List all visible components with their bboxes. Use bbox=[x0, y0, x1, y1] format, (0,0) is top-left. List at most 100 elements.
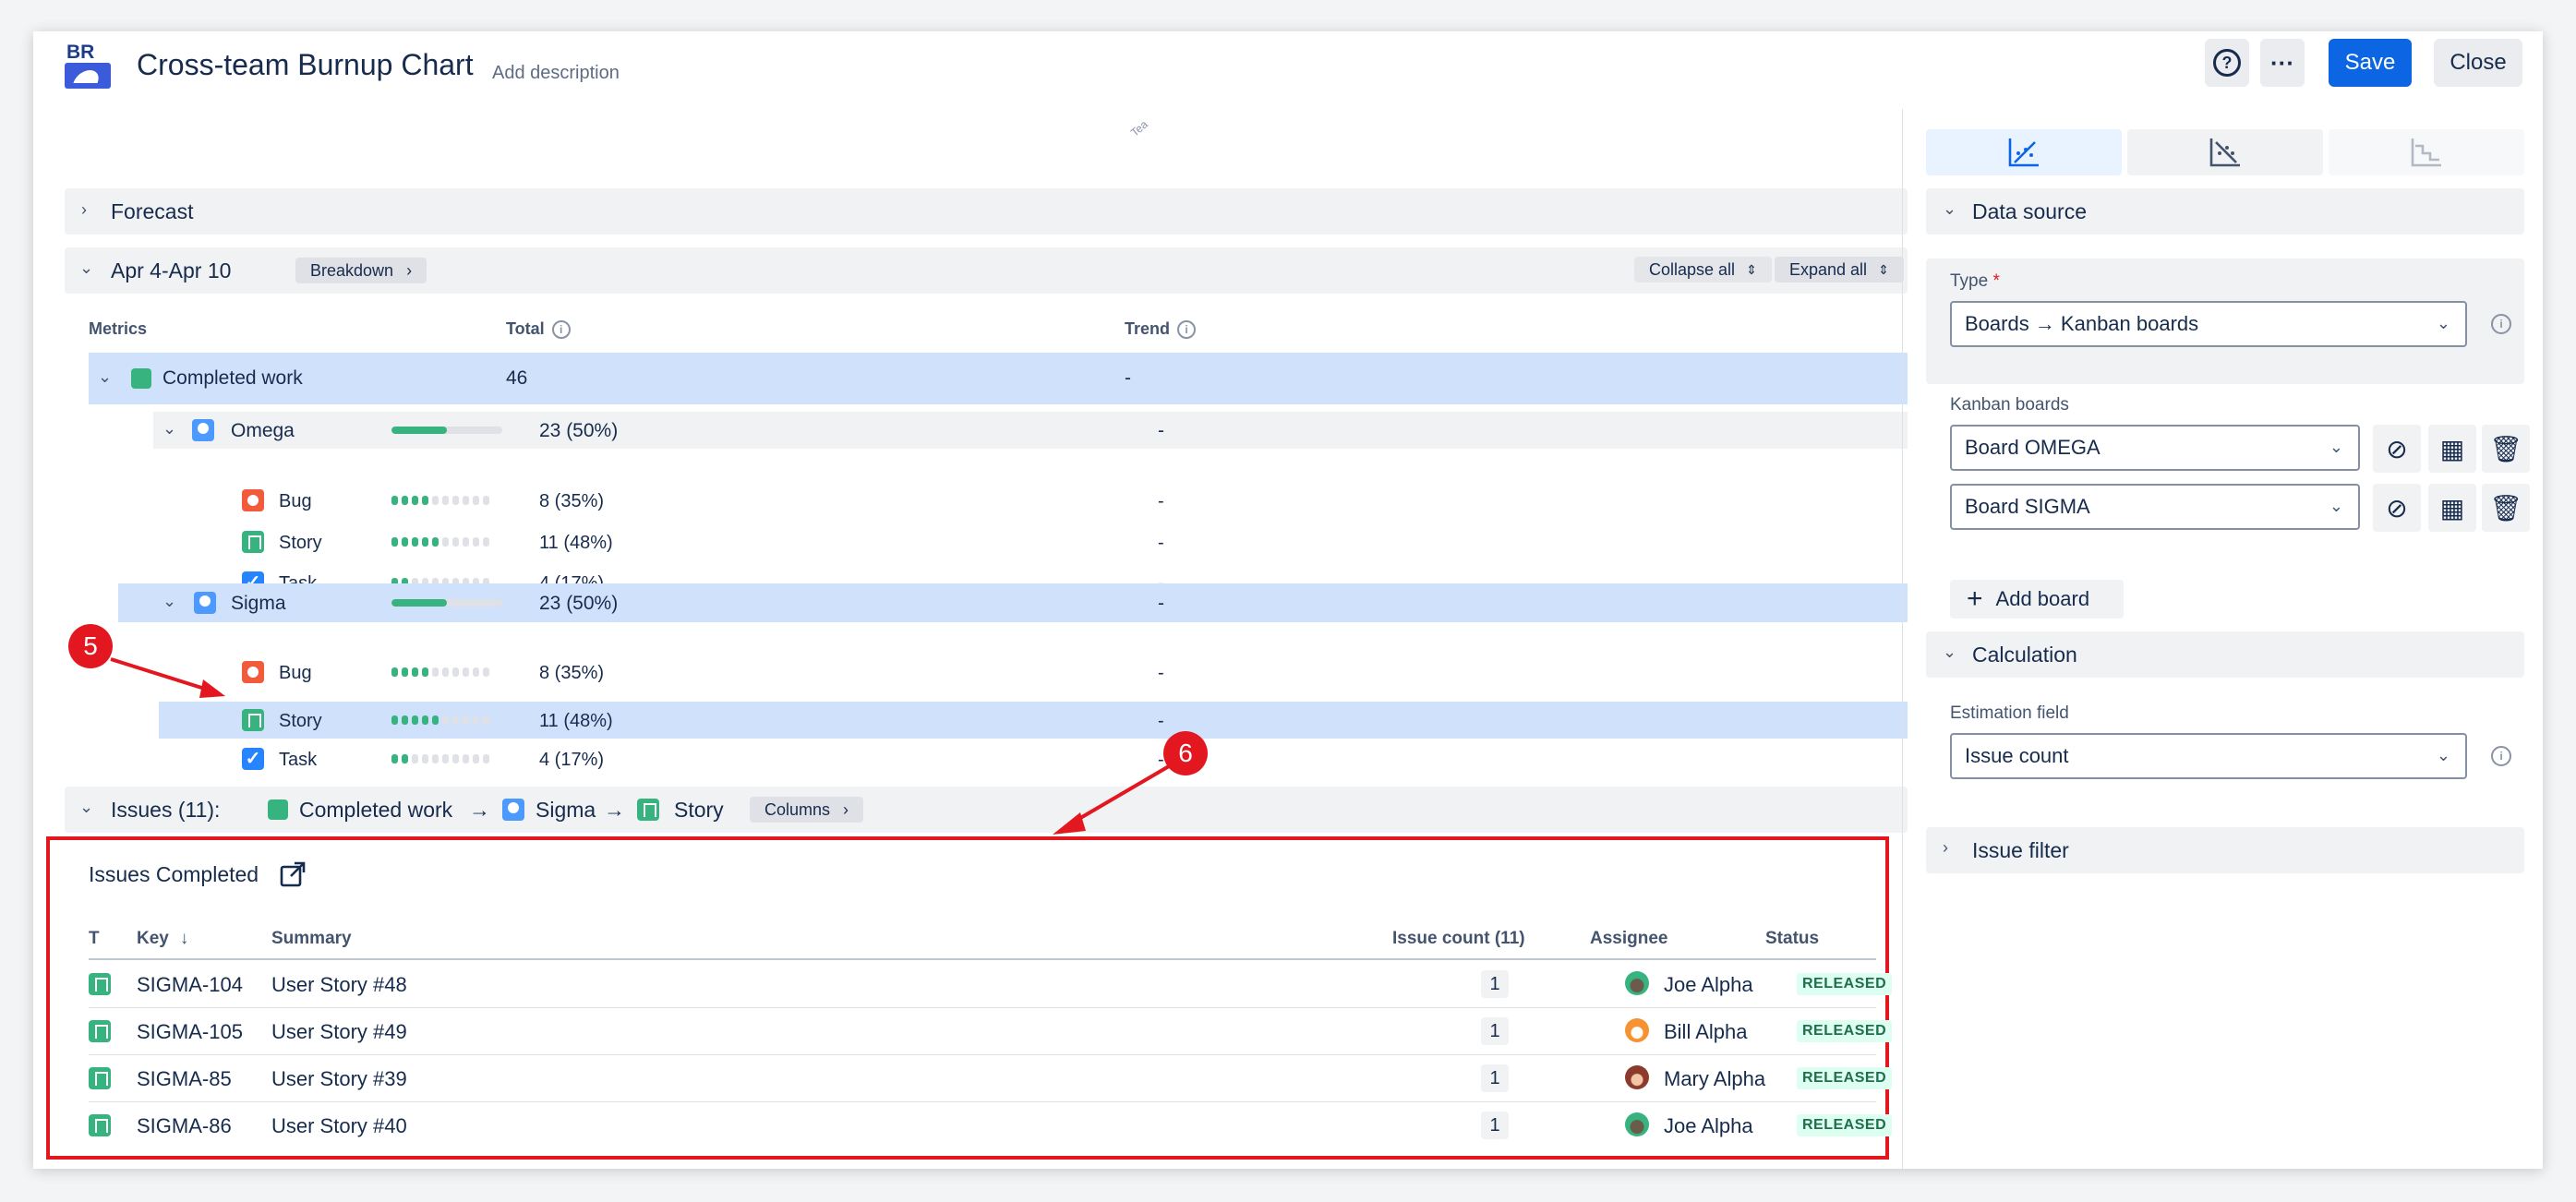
chevron-down-icon[interactable]: ⌄ bbox=[79, 798, 93, 817]
story-icon bbox=[242, 709, 264, 731]
issue-key[interactable]: SIGMA-105 bbox=[137, 1020, 243, 1044]
column-header-key[interactable]: Key ↓ bbox=[137, 929, 188, 949]
omega-trend: - bbox=[1158, 420, 1164, 441]
metric-row-completed[interactable]: ⌄ Completed work 46 - bbox=[89, 353, 1908, 404]
issue-assignee: Joe Alpha bbox=[1664, 1114, 1753, 1137]
save-button[interactable]: Save bbox=[2329, 39, 2412, 87]
issue-count: 1 bbox=[1481, 1064, 1509, 1092]
estimation-field-select[interactable]: Issue count ⌄ bbox=[1950, 733, 2467, 779]
story-icon bbox=[89, 973, 111, 995]
calculation-section[interactable]: ⌄ Calculation bbox=[1926, 631, 2524, 678]
chevron-down-icon: ⌄ bbox=[2329, 497, 2343, 515]
columns-label: Columns bbox=[764, 799, 831, 819]
chevron-down-icon[interactable]: ⌄ bbox=[163, 419, 176, 439]
board-delete-button[interactable]: 🗑 bbox=[2482, 425, 2530, 473]
issue-key[interactable]: SIGMA-86 bbox=[137, 1114, 232, 1138]
more-icon: ··· bbox=[2270, 49, 2294, 77]
chevron-down-icon[interactable]: ⌄ bbox=[79, 258, 93, 278]
progress-dot bbox=[422, 715, 428, 725]
more-button[interactable]: ··· bbox=[2260, 39, 2305, 87]
breakdown-button[interactable]: Breakdown › bbox=[295, 258, 427, 283]
avatar bbox=[1625, 971, 1649, 995]
total-header-label: Total bbox=[506, 319, 545, 338]
chevron-down-icon[interactable]: ⌄ bbox=[98, 367, 112, 387]
total-header: Total i bbox=[506, 319, 571, 340]
add-board-button[interactable]: + Add board bbox=[1950, 580, 2124, 619]
calculator-icon: ▦ bbox=[2439, 493, 2465, 523]
metric-row-sigma-story[interactable]: Story 11 (48%) - bbox=[159, 702, 1908, 739]
board-filter-button[interactable]: ⊘ bbox=[2373, 484, 2421, 532]
info-icon[interactable]: i bbox=[2491, 314, 2511, 334]
metric-row-omega-story[interactable]: Story 11 (48%) - bbox=[209, 531, 1908, 564]
type-label: Story bbox=[279, 533, 322, 553]
board-calculator-button[interactable]: ▦ bbox=[2428, 425, 2476, 473]
step-chart-icon bbox=[2411, 138, 2441, 167]
issue-key[interactable]: SIGMA-85 bbox=[137, 1067, 232, 1091]
board-calculator-button[interactable]: ▦ bbox=[2428, 484, 2476, 532]
tab-chart-type-burndown[interactable] bbox=[2127, 129, 2323, 175]
period-section: ⌄ Apr 4-Apr 10 Breakdown › Collapse all ⇕ … bbox=[65, 247, 1908, 294]
table-row[interactable]: SIGMA-85 User Story #39 1 Mary Alpha REL… bbox=[89, 1055, 1893, 1101]
omega-label: Omega bbox=[231, 420, 295, 441]
trash-icon: 🗑 bbox=[2489, 434, 2522, 463]
columns-button[interactable]: Columns › bbox=[750, 797, 864, 823]
type-trend: - bbox=[1158, 663, 1164, 683]
tab-chart-type-scatter[interactable] bbox=[1926, 129, 2122, 175]
issue-summary: User Story #49 bbox=[271, 1020, 407, 1043]
sigma-label: Sigma bbox=[231, 593, 286, 614]
metric-row-sigma[interactable]: ⌄ Sigma 23 (50%) - bbox=[118, 583, 1908, 622]
story-icon bbox=[637, 799, 659, 821]
status-badge: RELEASED bbox=[1797, 1020, 1893, 1042]
arrow-icon: → bbox=[604, 798, 625, 822]
table-row[interactable]: SIGMA-86 User Story #40 1 Joe Alpha RELE… bbox=[89, 1102, 1893, 1148]
add-description-link[interactable]: Add description bbox=[492, 63, 620, 84]
sort-arrow-icon: ↓ bbox=[179, 929, 189, 948]
info-icon[interactable]: i bbox=[551, 320, 571, 340]
progress-dot bbox=[442, 496, 449, 505]
board-filter-button[interactable]: ⊘ bbox=[2373, 425, 2421, 473]
progress-dot bbox=[402, 754, 408, 763]
type-trend: - bbox=[1158, 711, 1164, 731]
progress-dot bbox=[463, 496, 469, 505]
board-select-omega[interactable]: Board OMEGA ⌄ bbox=[1950, 425, 2360, 471]
mini-progress bbox=[391, 667, 489, 677]
forecast-section[interactable]: › Forecast bbox=[65, 188, 1908, 234]
metric-row-omega[interactable]: ⌄ Omega 23 (50%) - bbox=[153, 412, 1908, 449]
open-external-icon[interactable] bbox=[279, 860, 307, 888]
board-delete-button[interactable]: 🗑 bbox=[2482, 484, 2530, 532]
type-total: 4 (17%) bbox=[539, 750, 605, 770]
table-row[interactable]: SIGMA-105 User Story #49 1 Bill Alpha RE… bbox=[89, 1008, 1893, 1054]
data-source-section[interactable]: ⌄ Data source bbox=[1926, 188, 2524, 234]
progress-dot bbox=[473, 754, 479, 763]
team-icon bbox=[192, 419, 214, 441]
search-check-icon: ⊘ bbox=[2386, 434, 2408, 463]
panel-divider bbox=[1902, 109, 1903, 1169]
progress-dot bbox=[391, 537, 398, 547]
type-label: Story bbox=[279, 711, 322, 731]
tab-chart-type-step[interactable] bbox=[2329, 129, 2524, 175]
app-logo: BR bbox=[63, 42, 113, 89]
burnup-chart-icon bbox=[2008, 138, 2039, 167]
bug-icon bbox=[242, 489, 264, 511]
type-select[interactable]: Boards → Kanban boards ⌄ bbox=[1950, 301, 2467, 347]
chevron-down-icon[interactable]: ⌄ bbox=[163, 592, 176, 611]
issue-filter-section[interactable]: › Issue filter bbox=[1926, 827, 2524, 873]
progress-dot bbox=[483, 715, 489, 725]
story-icon bbox=[89, 1114, 111, 1136]
table-row[interactable]: SIGMA-104 User Story #48 1 Joe Alpha REL… bbox=[89, 960, 1893, 1007]
progress-dot bbox=[473, 667, 479, 677]
info-icon[interactable]: i bbox=[1177, 320, 1197, 340]
progress-dot bbox=[452, 754, 459, 763]
collapse-all-button[interactable]: Collapse all ⇕ bbox=[1634, 257, 1772, 282]
close-button[interactable]: Close bbox=[2434, 39, 2522, 87]
status-badge: RELEASED bbox=[1797, 1067, 1893, 1089]
info-icon[interactable]: i bbox=[2491, 746, 2511, 766]
story-icon bbox=[89, 1067, 111, 1089]
board-select-sigma[interactable]: Board SIGMA ⌄ bbox=[1950, 484, 2360, 530]
metric-row-omega-bug[interactable]: Bug 8 (35%) - bbox=[209, 489, 1908, 523]
help-button[interactable]: ? bbox=[2205, 39, 2249, 87]
issue-key[interactable]: SIGMA-104 bbox=[137, 973, 243, 997]
metric-row-sigma-bug[interactable]: Bug 8 (35%) - bbox=[209, 661, 1908, 694]
expand-all-button[interactable]: Expand all ⇕ bbox=[1775, 257, 1904, 282]
column-header-summary: Summary bbox=[271, 929, 352, 948]
